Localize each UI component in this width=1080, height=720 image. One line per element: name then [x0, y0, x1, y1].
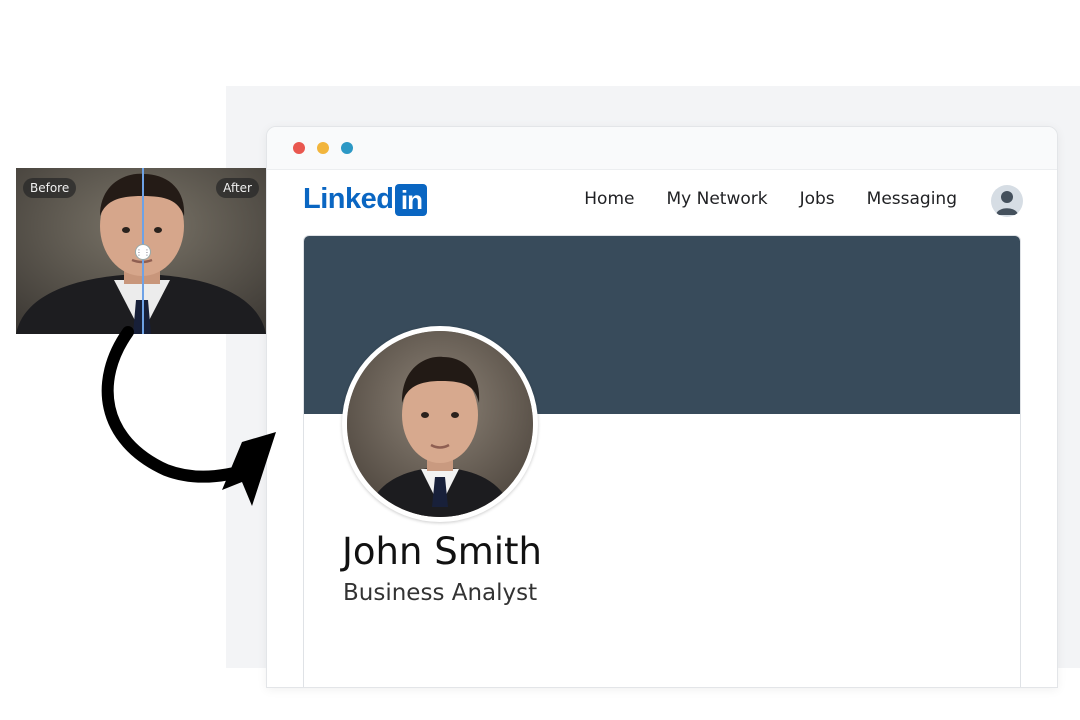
logo-text: Linked	[303, 183, 394, 215]
close-window-dot[interactable]	[293, 142, 305, 154]
profile-photo[interactable]	[342, 326, 538, 522]
minimize-window-dot[interactable]	[317, 142, 329, 154]
curved-arrow-icon	[101, 326, 276, 506]
nav-jobs[interactable]: Jobs	[800, 189, 835, 209]
linkedin-logo[interactable]: Linked in	[303, 183, 428, 216]
logo-in-box: in	[395, 183, 428, 216]
nav-messaging[interactable]: Messaging	[867, 189, 957, 209]
browser-titlebar	[267, 127, 1057, 170]
profile-card: John Smith Business Analyst	[303, 235, 1021, 687]
linkedin-navbar: Linked in Home My Network Jobs Messaging	[267, 169, 1057, 231]
nav-home[interactable]: Home	[584, 189, 634, 209]
maximize-window-dot[interactable]	[341, 142, 353, 154]
profile-name: John Smith	[342, 530, 542, 573]
before-label: Before	[23, 178, 77, 198]
nav-my-network[interactable]: My Network	[666, 189, 767, 209]
profile-headline: Business Analyst	[343, 580, 538, 606]
drag-handle-icon[interactable]: ⋮⋮	[135, 244, 151, 260]
before-after-comparison[interactable]: ⋮⋮ Before After	[16, 168, 266, 334]
after-label: After	[216, 178, 259, 198]
nav-links: Home My Network Jobs Messaging	[584, 189, 957, 209]
browser-window: Linked in Home My Network Jobs Messaging	[266, 126, 1058, 688]
user-avatar-icon[interactable]	[991, 185, 1023, 217]
